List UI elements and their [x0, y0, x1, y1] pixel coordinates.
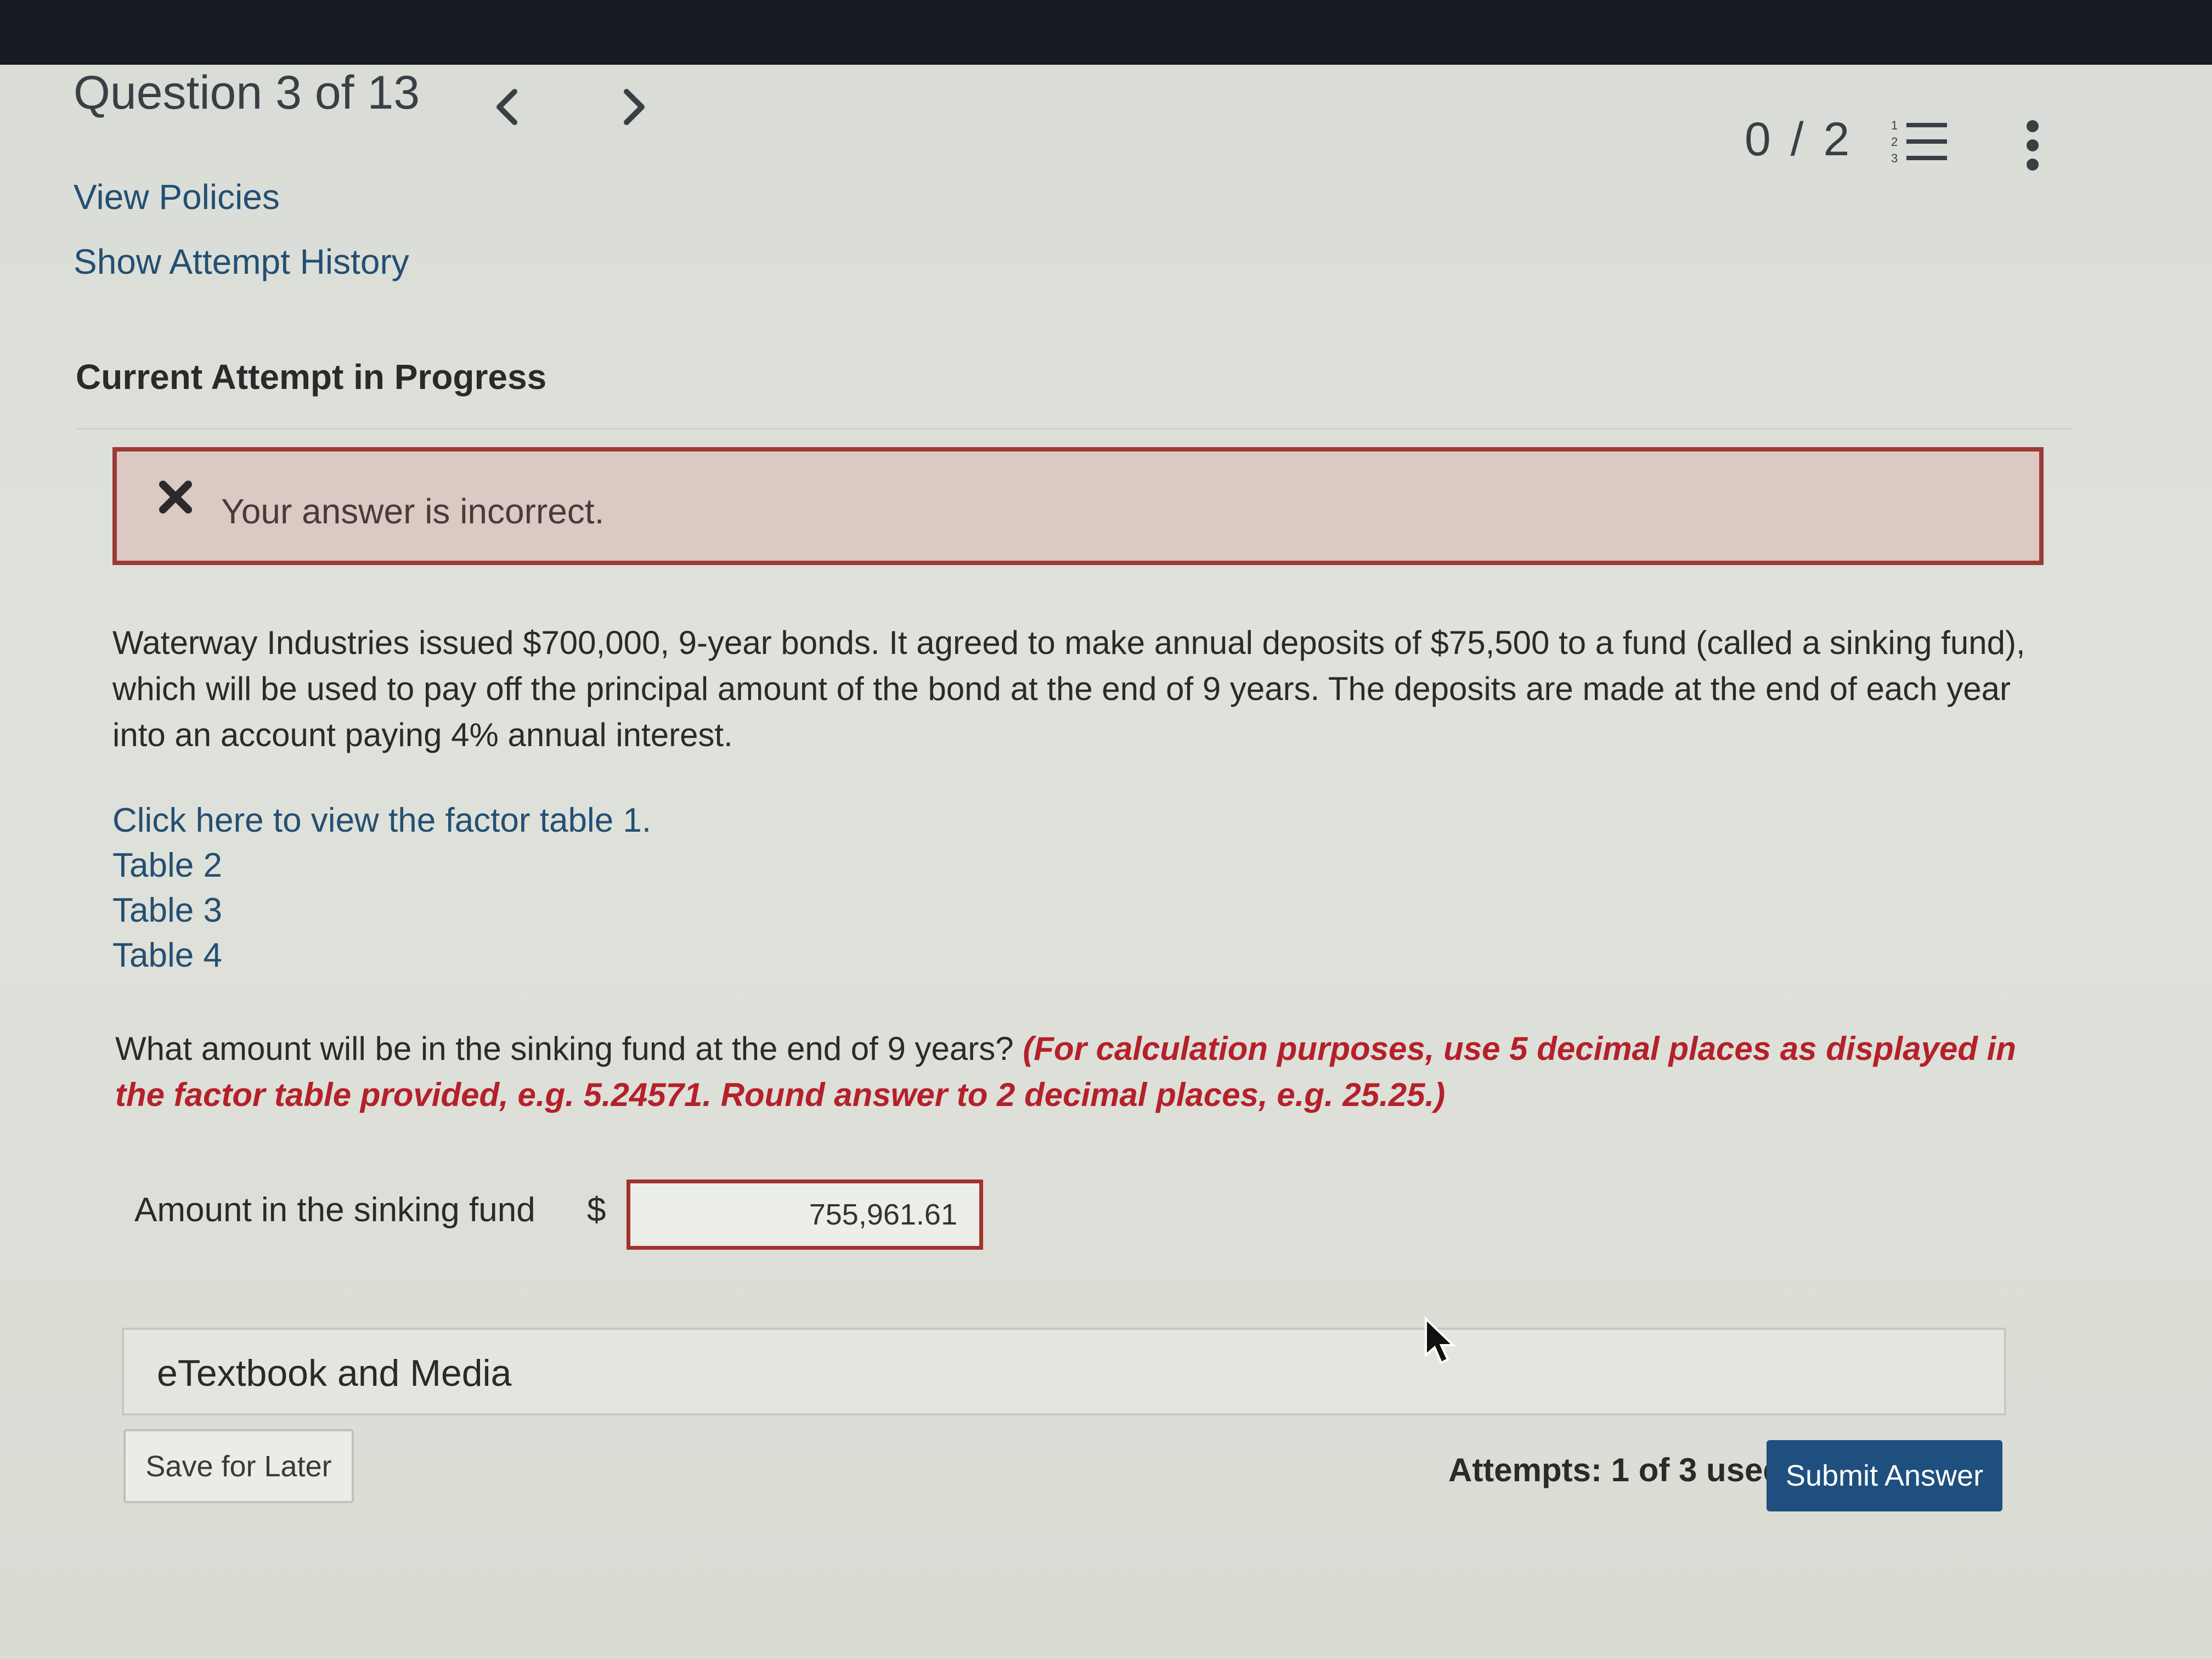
question-prompt: What amount will be in the sinking fund …	[115, 1026, 2046, 1118]
divider	[76, 428, 2073, 430]
current-attempt-heading: Current Attempt in Progress	[76, 357, 547, 397]
amount-input[interactable]	[627, 1180, 983, 1250]
show-attempt-history-link[interactable]: Show Attempt History	[74, 241, 409, 282]
more-vertical-icon	[2027, 120, 2039, 171]
etextbook-label: eTextbook and Media	[157, 1352, 512, 1394]
save-for-later-button[interactable]: Save for Later	[123, 1429, 354, 1503]
mouse-pointer-icon	[1425, 1317, 1456, 1364]
close-x-icon	[159, 481, 192, 514]
factor-table-links: Click here to view the factor table 1. T…	[112, 798, 651, 978]
table-4-link[interactable]: Table 4	[112, 933, 651, 978]
question-text: What amount will be in the sinking fund …	[115, 1030, 1023, 1067]
question-list-button[interactable]: 1 2 3	[1890, 115, 1950, 170]
next-question-button[interactable]	[609, 80, 658, 134]
top-bezel	[0, 0, 2212, 65]
view-policies-link[interactable]: View Policies	[74, 177, 280, 217]
factor-table-1-link[interactable]: Click here to view the factor table 1.	[112, 798, 651, 843]
problem-text: Waterway Industries issued $700,000, 9-y…	[112, 624, 2025, 753]
question-title: Question 3 of 13	[74, 66, 420, 119]
etextbook-media-panel[interactable]: eTextbook and Media	[122, 1328, 2006, 1415]
svg-text:3: 3	[1891, 151, 1898, 165]
attempts-count: Attempts: 1 of 3 used	[1448, 1452, 1784, 1488]
score: 0 / 2	[1745, 113, 1853, 166]
table-3-link[interactable]: Table 3	[112, 888, 651, 933]
chevron-left-icon	[496, 89, 517, 125]
numbered-list-icon: 1 2 3	[1891, 119, 1947, 165]
alert-message: Your answer is incorrect.	[221, 492, 605, 531]
submit-answer-button[interactable]: Submit Answer	[1767, 1440, 2002, 1511]
svg-text:1: 1	[1891, 119, 1898, 132]
currency-symbol: $	[587, 1191, 606, 1229]
incorrect-answer-alert: Your answer is incorrect.	[112, 447, 2044, 565]
table-2-link[interactable]: Table 2	[112, 843, 651, 888]
svg-text:2: 2	[1891, 135, 1898, 149]
chevron-right-icon	[624, 89, 645, 125]
more-options-button[interactable]	[2019, 118, 2046, 178]
screen: Question 3 of 13 0 / 2 1 2 3 View Polici…	[0, 0, 2212, 1659]
prev-question-button[interactable]	[483, 80, 532, 134]
amount-label: Amount in the sinking fund	[134, 1191, 535, 1229]
